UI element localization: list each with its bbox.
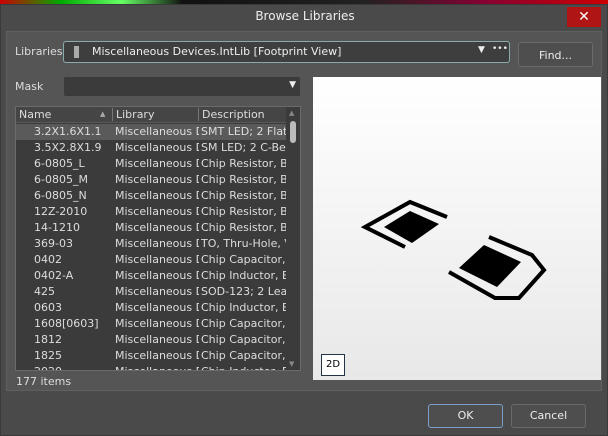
cell-library: Miscellaneous D [115,364,199,370]
cell-description: Chip Inductor, B [201,269,286,282]
cell-name: 369-03 [34,237,73,250]
cell-library: Miscellaneous D [115,269,199,282]
cell-library: Miscellaneous D [115,141,199,154]
cell-library: Miscellaneous D [115,221,199,234]
footprint-list[interactable]: Name ▲ Library Description 3.2X1.6X1.1 Mi… [15,106,301,371]
cell-library: Miscellaneous D [115,125,199,138]
table-row[interactable]: 3.2X1.6X1.1 Miscellaneous D SMT LED; 2 Fla… [16,124,286,140]
cell-description: SMT LED; 2 Flat L [201,125,286,138]
libraries-value: Miscellaneous Devices.IntLib [Footprint … [92,45,342,58]
cell-description: Chip Resistor, Bo [201,189,286,202]
cell-description: Chip Capacitor, I [201,253,286,266]
table-row[interactable]: 12Z-2010 Miscellaneous D Chip Resistor, Bo [16,204,286,220]
cell-description: SOD-123; 2 Lead [201,285,286,298]
cell-description: Chip Inductor, B [201,364,286,370]
cell-library: Miscellaneous D [115,253,199,266]
scrollbar-thumb[interactable] [290,121,296,143]
cell-library: Miscellaneous D [115,349,199,362]
cell-name: 425 [34,285,55,298]
ok-button[interactable]: OK [428,404,503,428]
table-row[interactable]: 6-0805_M Miscellaneous D Chip Resistor, Bo [16,172,286,188]
list-header: Name ▲ Library Description [16,107,300,123]
mask-label: Mask [15,80,44,93]
cell-name: 2020 [34,364,114,370]
cell-description: Chip Capacitor, I [201,349,286,362]
chevron-down-icon[interactable]: ▼ [289,80,296,90]
dialog-title: Browse Libraries [255,9,355,23]
scroll-up-icon[interactable]: ▲ [289,109,294,117]
table-row[interactable]: 14-1210 Miscellaneous D Chip Resistor, Bo [16,220,286,236]
scroll-down-icon[interactable]: ▼ [289,360,294,368]
cell-name: 14-1210 [34,221,80,234]
footprint-preview[interactable]: 2D [313,77,601,380]
cell-description: Chip Capacitor, I [201,333,286,346]
cell-description: TO, Thru-Hole, V [201,237,286,250]
cell-description: Chip Resistor, Bo [201,173,286,186]
sort-ascending-icon: ▲ [100,110,106,118]
cell-name: 0402-A [34,269,74,282]
table-row[interactable]: 425 Miscellaneous D SOD-123; 2 Lead [16,284,286,300]
cell-library: Miscellaneous D [115,237,199,250]
libraries-label: Libraries [15,45,63,58]
cell-description: Chip Inductor, B [201,301,286,314]
library-icon [74,46,79,58]
pad-1 [384,211,439,243]
column-header-description[interactable]: Description [198,108,265,121]
cell-library: Miscellaneous D [115,189,199,202]
table-row[interactable]: 369-03 Miscellaneous D TO, Thru-Hole, V [16,236,286,252]
item-count: 177 items [16,375,72,388]
libraries-dropdown[interactable]: Miscellaneous Devices.IntLib [Footprint … [63,41,510,63]
cell-description: Chip Resistor, Bo [201,221,286,234]
cell-library: Miscellaneous D [115,285,199,298]
table-row[interactable]: 6-0805_N Miscellaneous D Chip Resistor, Bo [16,188,286,204]
more-options-button[interactable]: ••• [492,44,508,54]
table-row[interactable]: 1812 Miscellaneous D Chip Capacitor, I [16,332,286,348]
cell-description: SM LED; 2 C-Ben [201,141,286,154]
table-row[interactable]: 0603 Miscellaneous D Chip Inductor, B [16,300,286,316]
view-mode-2d-button[interactable]: 2D [321,354,345,376]
cell-library: Miscellaneous D [115,173,199,186]
cell-name: 6-0805_M [34,173,88,186]
cell-library: Miscellaneous D [115,157,199,170]
cell-name: 3.5X2.8X1.9 [34,141,102,154]
list-scrollbar[interactable]: ▲ ▼ [286,107,300,370]
cell-name: 3.2X1.6X1.1 [34,125,102,138]
cell-library: Miscellaneous D [115,301,199,314]
cell-library: Miscellaneous D [115,317,199,330]
cell-name: 6-0805_L [34,157,85,170]
table-row[interactable]: 1825 Miscellaneous D Chip Capacitor, I [16,348,286,364]
chevron-down-icon[interactable]: ▼ [478,45,485,55]
footprint-drawing [360,199,547,300]
table-row[interactable]: 1608[0603] Miscellaneous D Chip Capacitor,… [16,316,286,332]
cell-name: 1812 [34,333,62,346]
cell-description: Chip Resistor, Bo [201,157,286,170]
cell-description: Chip Capacitor, I [201,317,286,330]
cell-name: 0603 [34,301,62,314]
find-button[interactable]: Find... [518,42,593,67]
cell-library: Miscellaneous D [115,333,199,346]
cell-library: Miscellaneous D [115,205,199,218]
column-header-library[interactable]: Library [112,108,154,121]
table-row[interactable]: 3.5X2.8X1.9 Miscellaneous D SM LED; 2 C-Be… [16,140,286,156]
cancel-button[interactable]: Cancel [511,404,586,428]
table-row[interactable]: 0402-A Miscellaneous D Chip Inductor, B [16,268,286,284]
cell-name: 1825 [34,349,62,362]
table-row[interactable]: 2020Miscellaneous DChip Inductor, B [16,364,286,370]
cell-name: 0402 [34,253,62,266]
close-button[interactable]: ✕ [567,7,601,27]
table-row[interactable]: 0402 Miscellaneous D Chip Capacitor, I [16,252,286,268]
cell-name: 6-0805_N [34,189,87,202]
cell-name: 12Z-2010 [34,205,88,218]
mask-input[interactable]: ▼ [63,76,301,97]
cell-description: Chip Resistor, Bo [201,205,286,218]
cell-name: 1608[0603] [34,317,99,330]
column-header-name[interactable]: Name [19,108,51,121]
table-row[interactable]: 6-0805_L Miscellaneous D Chip Resistor, Bo [16,156,286,172]
